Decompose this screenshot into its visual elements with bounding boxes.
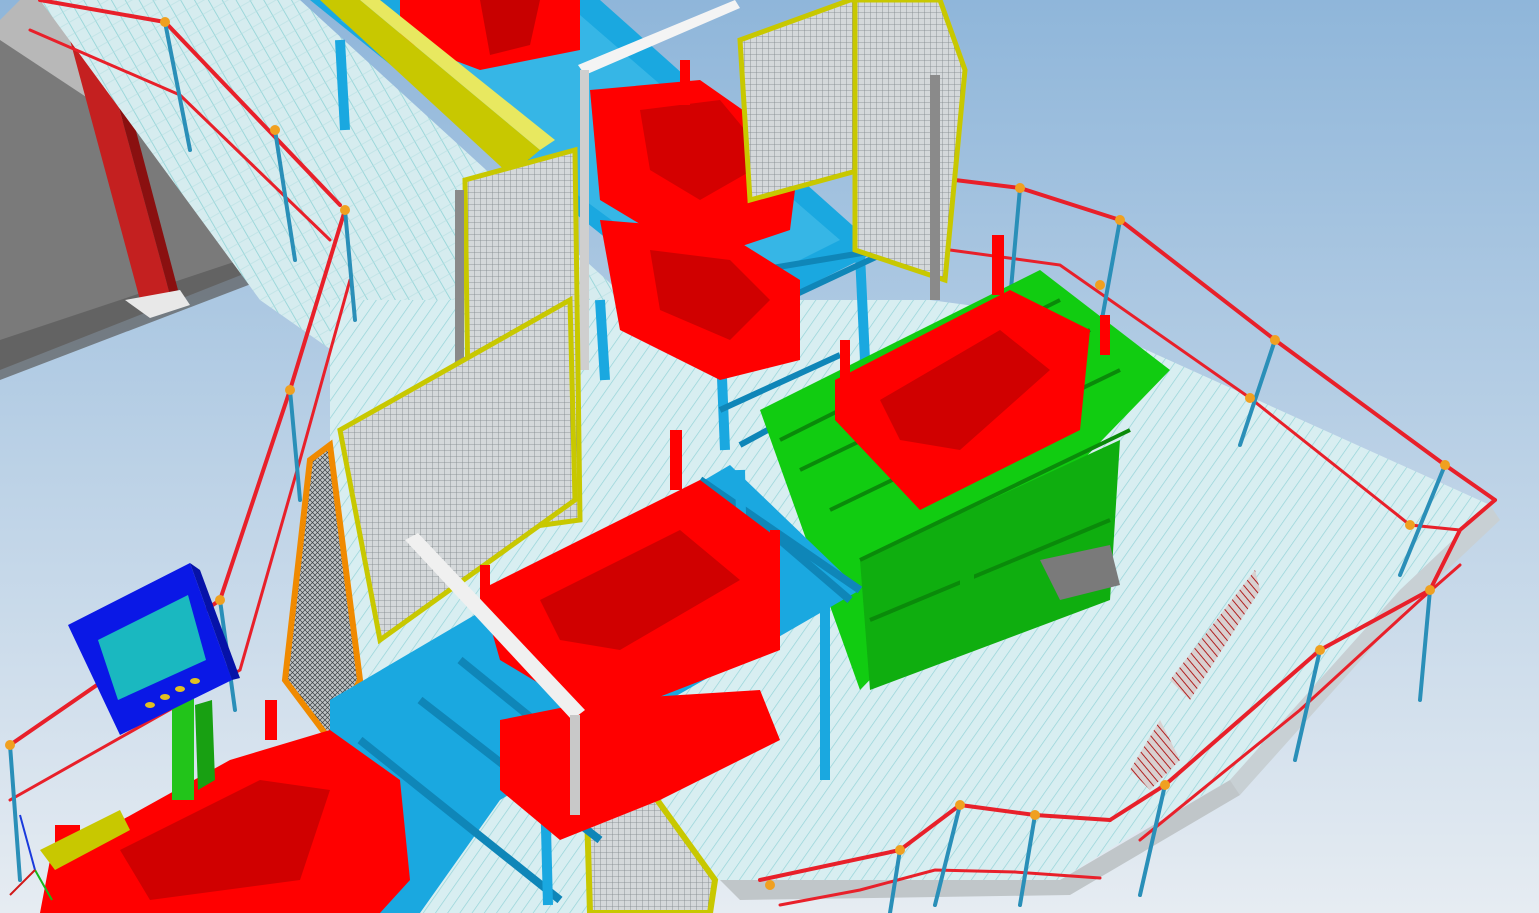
safety-fence-2 [852,0,968,300]
cad-3d-viewport[interactable] [0,0,1539,913]
scene-canvas[interactable] [0,0,1539,913]
